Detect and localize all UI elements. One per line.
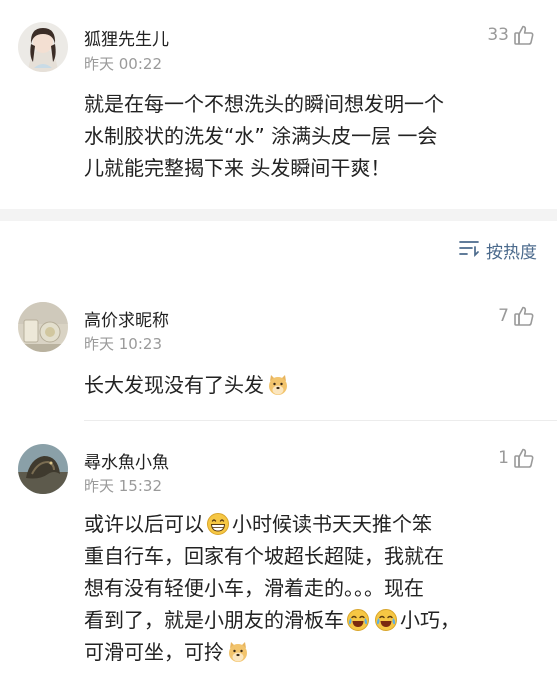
thumbs-up-icon — [513, 305, 535, 327]
divider — [84, 420, 557, 421]
like-count: 1 — [498, 448, 509, 468]
username[interactable]: 高价求昵称 — [84, 306, 169, 331]
laugh-cry-emoji — [374, 608, 398, 632]
sort-label: 按热度 — [486, 243, 537, 263]
timestamp: 昨天 10:23 — [84, 335, 162, 353]
doge-emoji — [226, 640, 250, 664]
top-comment: 狐狸先生儿 昨天 00:22 33 就是在每一个不想洗头的瞬间想发明一个 水制胶… — [0, 0, 557, 209]
like-count: 7 — [498, 306, 509, 326]
thumbs-up-icon — [513, 447, 535, 469]
avatar[interactable] — [18, 22, 68, 72]
like-count: 33 — [487, 25, 509, 45]
grin-emoji — [206, 512, 230, 536]
timestamp: 昨天 00:22 — [84, 55, 162, 73]
laugh-cry-emoji — [346, 608, 370, 632]
comment-text: 就是在每一个不想洗头的瞬间想发明一个 水制胶状的洗发“水” 涂满头皮一层 一会 … — [84, 92, 444, 180]
doge-emoji — [266, 373, 290, 397]
like-button[interactable]: 7 — [498, 305, 535, 327]
avatar[interactable] — [18, 444, 68, 494]
like-button[interactable]: 33 — [487, 24, 535, 46]
like-button[interactable]: 1 — [498, 447, 535, 469]
comment-text: 或许以后可以 小时候读书天天推个笨 重自行车，回家有个坡超长超陡，我就在 想有没有… — [84, 512, 460, 664]
comment-text: 长大发现没有了头发 — [84, 369, 292, 401]
section-divider — [0, 209, 557, 221]
comment-item: 尋水魚小魚 昨天 15:32 1 或许以后可以 小时候读书天天推个笨 重自行车，回… — [0, 432, 557, 690]
avatar[interactable] — [18, 302, 68, 352]
username[interactable]: 尋水魚小魚 — [84, 448, 169, 473]
thumbs-up-icon — [513, 24, 535, 46]
sort-by-hot-button[interactable]: 按热度 — [458, 238, 537, 263]
comment-item: 高价求昵称 昨天 10:23 7 长大发现没有了头发 — [0, 290, 557, 420]
sort-icon — [458, 238, 480, 263]
username[interactable]: 狐狸先生儿 — [84, 25, 169, 50]
timestamp: 昨天 15:32 — [84, 477, 162, 495]
